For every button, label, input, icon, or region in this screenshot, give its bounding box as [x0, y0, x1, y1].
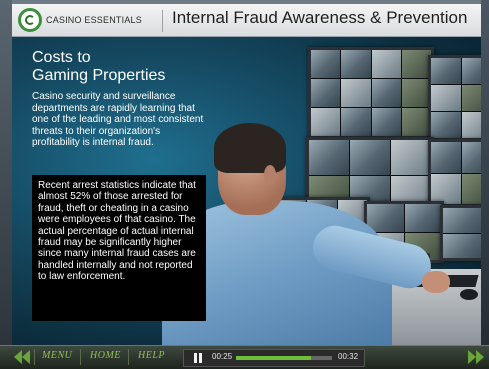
brand-logo: CASINO ESSENTIALS: [18, 7, 142, 33]
operator-hand: [422, 271, 450, 293]
slide-stage: Costs to Gaming Properties Casino securi…: [12, 37, 481, 345]
audio-player: 00:25 00:32: [183, 349, 365, 367]
surveillance-monitor: [440, 205, 481, 261]
slide-title-line1: Costs to: [32, 49, 91, 66]
progress-track[interactable]: [236, 356, 332, 360]
nav-separator: [80, 349, 81, 365]
home-button[interactable]: HOME: [90, 350, 121, 361]
computer-mouse: [460, 289, 478, 300]
right-frame-edge: [481, 0, 489, 368]
course-title: Internal Fraud Awareness & Prevention: [172, 8, 468, 27]
slide-title: Costs to Gaming Properties: [32, 49, 232, 85]
surveillance-monitor: [428, 139, 481, 207]
logo-mark-icon: [18, 8, 42, 32]
operator-hair: [214, 123, 286, 173]
menu-button[interactable]: MENU: [42, 350, 72, 361]
operator-ear: [264, 165, 276, 185]
header-divider: [162, 10, 163, 32]
statistics-callout: Recent arrest statistics indicate that a…: [32, 175, 206, 321]
nav-separator: [34, 349, 35, 365]
logo-text: CASINO ESSENTIALS: [46, 15, 142, 25]
current-time: 00:25: [212, 352, 233, 361]
pause-icon[interactable]: [193, 353, 203, 363]
help-button[interactable]: HELP: [138, 350, 165, 361]
progress-fill: [236, 356, 311, 360]
left-frame-edge: [0, 0, 12, 368]
surveillance-monitor: [428, 55, 481, 141]
course-header: CASINO ESSENTIALS Internal Fraud Awarene…: [12, 4, 481, 37]
callout-text: Recent arrest statistics indicate that a…: [38, 180, 196, 283]
slide-intro-text: Casino security and surveillance departm…: [32, 91, 204, 149]
navigation-bar: MENU HOME HELP 00:25 00:32: [0, 345, 489, 369]
nav-separator: [128, 349, 129, 365]
surveillance-monitor: [308, 47, 434, 139]
total-time: 00:32: [338, 352, 359, 361]
slide-title-line2: Gaming Properties: [32, 67, 166, 84]
